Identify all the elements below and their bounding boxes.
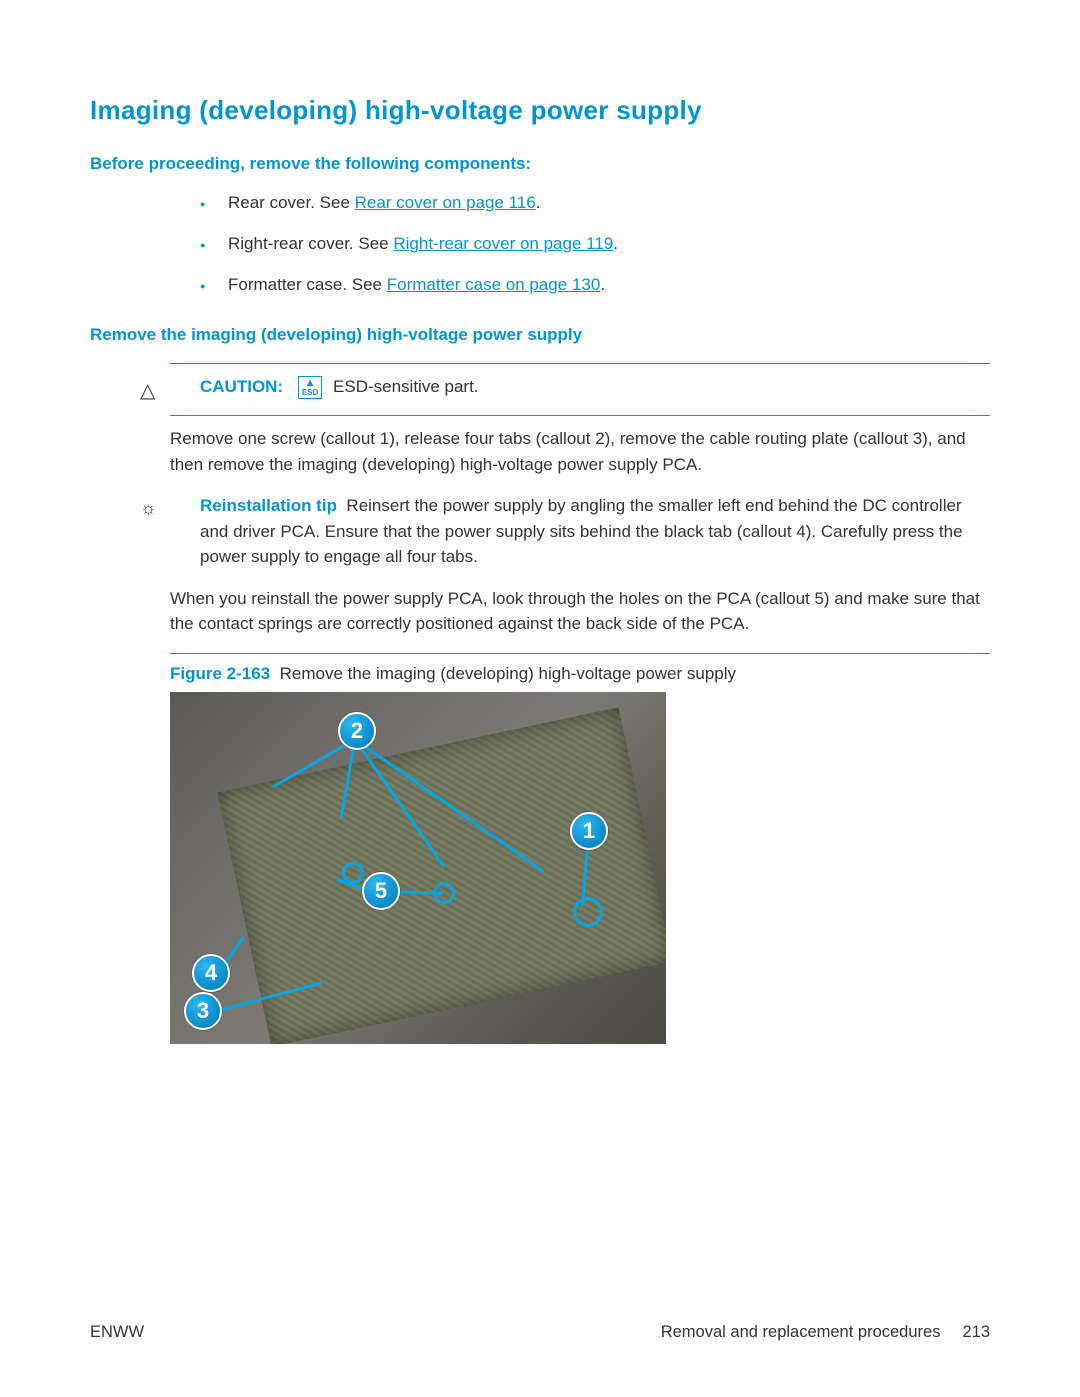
esd-icon: ▲ESD — [298, 376, 322, 399]
callout-1: 1 — [570, 812, 608, 850]
list-item-suffix: . — [536, 193, 541, 212]
list-item-prefix: Right-rear cover. See — [228, 234, 393, 253]
section-remove-supply: Remove the imaging (developing) high-vol… — [90, 325, 990, 345]
page-footer: ENWW Removal and replacement procedures 2… — [90, 1323, 990, 1342]
callout-4: 4 — [192, 954, 230, 992]
page-title: Imaging (developing) high-voltage power … — [90, 95, 990, 126]
list-item-prefix: Rear cover. See — [228, 193, 355, 212]
list-item: Formatter case. See Formatter case on pa… — [200, 274, 990, 297]
tip-icon: ☼ — [140, 495, 157, 522]
figure-label: Figure 2-163 Remove the imaging (develop… — [170, 664, 990, 684]
caution-text: ESD-sensitive part. — [333, 377, 479, 396]
instruction-paragraph: When you reinstall the power supply PCA,… — [170, 586, 990, 637]
callout-3: 3 — [184, 992, 222, 1030]
list-item: Rear cover. See Rear cover on page 116. — [200, 192, 990, 215]
footer-section-name: Removal and replacement procedures — [661, 1323, 941, 1341]
tip-label: Reinstallation tip — [200, 496, 337, 515]
esd-text: ESD — [302, 388, 318, 397]
section-before-proceeding: Before proceeding, remove the following … — [90, 154, 990, 174]
tip-block: ☼ Reinstallation tip Reinsert the power … — [170, 493, 990, 570]
footer-left: ENWW — [90, 1323, 144, 1342]
callout-5: 5 — [362, 872, 400, 910]
callout-ring — [433, 882, 455, 904]
section-rule — [170, 653, 990, 654]
page-number: 213 — [962, 1323, 990, 1341]
caution-icon: △ — [140, 376, 155, 406]
list-item-prefix: Formatter case. See — [228, 275, 387, 294]
figure-number: Figure 2-163 — [170, 664, 270, 683]
footer-right: Removal and replacement procedures 213 — [661, 1323, 990, 1342]
caution-label: CAUTION: — [200, 377, 283, 396]
link-rear-cover[interactable]: Rear cover on page 116 — [355, 193, 536, 212]
list-item-suffix: . — [613, 234, 618, 253]
component-list: Rear cover. See Rear cover on page 116. … — [90, 192, 990, 297]
list-item: Right-rear cover. See Right-rear cover o… — [200, 233, 990, 256]
caution-block: △ CAUTION: ▲ESD ESD-sensitive part. — [170, 374, 990, 400]
section-rule — [170, 415, 990, 416]
section-rule — [170, 363, 990, 364]
link-right-rear-cover[interactable]: Right-rear cover on page 119 — [393, 234, 613, 253]
instruction-paragraph: Remove one screw (callout 1), release fo… — [170, 426, 990, 477]
callout-ring — [342, 862, 364, 884]
link-formatter-case[interactable]: Formatter case on page 130 — [387, 275, 601, 294]
figure-caption: Remove the imaging (developing) high-vol… — [280, 664, 736, 683]
callout-2: 2 — [338, 712, 376, 750]
list-item-suffix: . — [600, 275, 605, 294]
figure-image: 2 1 5 4 3 — [170, 692, 666, 1044]
callout-ring — [573, 897, 603, 927]
